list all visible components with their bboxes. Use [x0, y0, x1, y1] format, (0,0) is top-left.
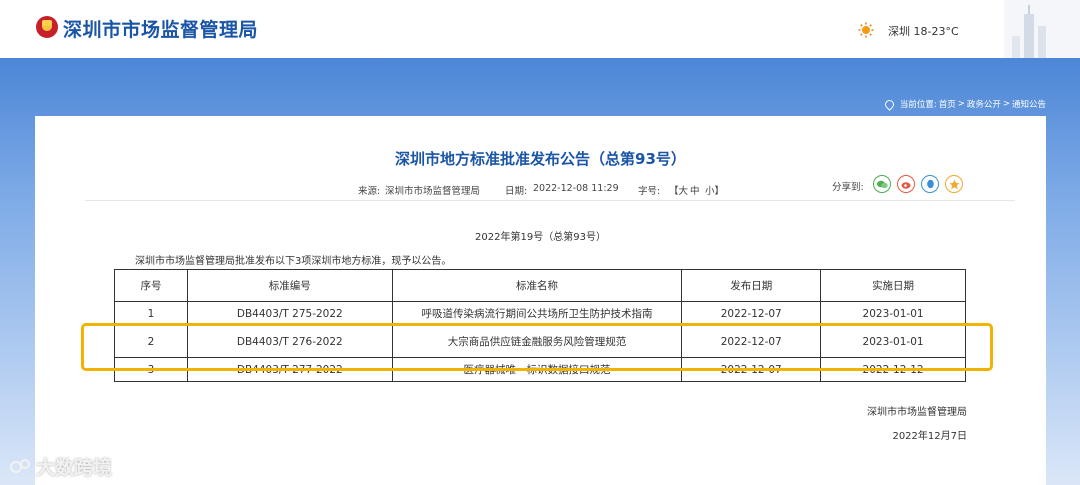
announcement-number: 2022年第19号（总第93号）	[475, 232, 606, 243]
date-label: 日期:	[505, 186, 528, 197]
col-header-no: 序号	[114, 269, 188, 302]
signature-org: 深圳市市场监督管理局	[867, 407, 967, 418]
watermark: 大数跨境	[10, 453, 112, 480]
breadcrumb-item-government[interactable]: 政务公开	[967, 98, 1001, 110]
table-row: 1 DB4403/T 275-2022 呼吸道传染病流行期间公共场所卫生防护技术…	[114, 301, 966, 326]
font-size-small[interactable]: 小】	[705, 183, 724, 197]
weather-text: 深圳 18-23°C	[888, 25, 959, 38]
font-size-medium[interactable]: 中	[690, 183, 700, 197]
breadcrumb-separator: >	[1002, 99, 1010, 109]
col-header-publish-date: 发布日期	[681, 269, 822, 302]
source-label: 来源:	[358, 186, 381, 197]
source-value: 深圳市市场监督管理局	[385, 186, 481, 197]
breadcrumb-item-notices[interactable]: 通知公告	[1012, 98, 1046, 110]
font-size-label: 字号:	[638, 186, 661, 197]
weibo-icon[interactable]	[897, 175, 915, 193]
article-panel: 深圳市地方标准批准发布公告（总第93号） 来源: 深圳市市场监督管理局 日期: …	[35, 116, 1046, 485]
highlight-box	[81, 323, 993, 371]
top-header: 深圳市市场监督管理局 深圳 18-23°C	[0, 0, 1080, 58]
cell-effective-date: 2023-01-01	[820, 301, 966, 326]
site-title[interactable]: 深圳市市场监督管理局	[63, 15, 258, 42]
breadcrumb-separator: >	[957, 99, 965, 109]
breadcrumb: 当前位置: 首页 > 政务公开 > 通知公告	[882, 97, 1046, 111]
qzone-icon[interactable]	[945, 175, 963, 193]
col-header-name: 标准名称	[391, 269, 683, 302]
col-header-effective-date: 实施日期	[820, 269, 966, 302]
article-title: 深圳市地方标准批准发布公告（总第93号）	[395, 150, 686, 168]
table-header-row: 序号 标准编号 标准名称 发布日期 实施日期	[114, 269, 966, 302]
signature-date: 2022年12月7日	[892, 431, 967, 442]
watermark-logo-icon	[10, 458, 30, 473]
cell-publish-date: 2022-12-07	[681, 301, 822, 326]
breadcrumb-prefix: 当前位置:	[899, 100, 937, 110]
cell-code: DB4403/T 275-2022	[186, 301, 393, 326]
date-value: 2022-12-08 11:29	[533, 183, 619, 194]
police-emblem-icon	[36, 16, 58, 38]
cell-name: 呼吸道传染病流行期间公共场所卫生防护技术指南	[391, 301, 683, 326]
divider	[85, 200, 1015, 201]
cell-no: 1	[114, 301, 188, 326]
col-header-code: 标准编号	[186, 269, 393, 302]
breadcrumb-item-home[interactable]: 首页	[939, 98, 956, 110]
watermark-text: 大数跨境	[36, 457, 113, 479]
qq-icon[interactable]	[921, 175, 939, 193]
share-label: 分享到:	[832, 182, 864, 193]
wechat-icon[interactable]	[873, 175, 891, 193]
sun-icon	[858, 22, 874, 38]
announcement-intro: 深圳市市场监督管理局批准发布以下3项深圳市地方标准，现予以公告。	[135, 256, 452, 267]
location-pin-icon	[882, 97, 896, 111]
font-size-large[interactable]: 【大	[669, 183, 688, 197]
building-silhouette-icon	[1004, 0, 1080, 58]
